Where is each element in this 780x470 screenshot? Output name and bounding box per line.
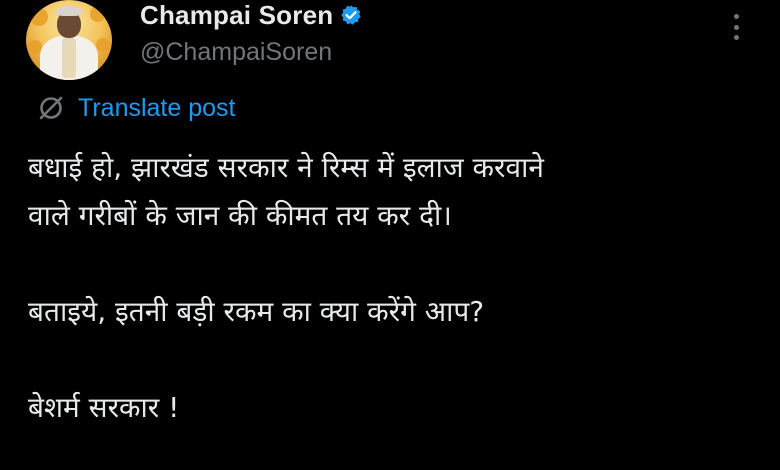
author-handle[interactable]: @ChampaiSoren: [140, 38, 332, 67]
avatar-figure-hair: [56, 6, 82, 16]
avatar-decoration: [30, 8, 48, 26]
tweet-text-line: बेशर्म सरकार !: [28, 391, 180, 424]
more-options-dot: [733, 35, 739, 40]
more-options-dot: [733, 14, 739, 19]
tweet-text-line: वाले गरीबों के जान की कीमत तय कर दी।: [28, 199, 452, 232]
tweet-text-line-empty: [28, 240, 768, 288]
verified-badge-icon[interactable]: [340, 4, 362, 26]
more-options-icon[interactable]: [726, 12, 746, 42]
author-name-row: Champai Soren: [140, 0, 362, 30]
tweet-text-line: बताइये, इतनी बड़ी रकम का क्या करेंगे आप?: [28, 295, 485, 328]
tweet-text-line-empty: [28, 336, 768, 384]
translate-post-label: Translate post: [78, 93, 236, 122]
tweet-text-line: बधाई हो, झारखंड सरकार ने रिम्स में इलाज …: [28, 151, 544, 184]
avatar-decoration: [96, 38, 110, 52]
avatar-decoration: [90, 6, 106, 22]
author-display-name[interactable]: Champai Soren: [140, 0, 333, 31]
tweet-text: बधाई हो, झारखंड सरकार ने रिम्स में इलाज …: [28, 144, 768, 432]
avatar-figure-scarf: [62, 38, 76, 78]
author-avatar[interactable]: [26, 0, 112, 80]
globe-translate-icon: [39, 96, 63, 120]
translate-post-button[interactable]: Translate post: [36, 92, 235, 124]
more-options-dot: [733, 24, 739, 30]
tweet-post: Champai Soren @ChampaiSoren Translate po…: [0, 0, 780, 470]
